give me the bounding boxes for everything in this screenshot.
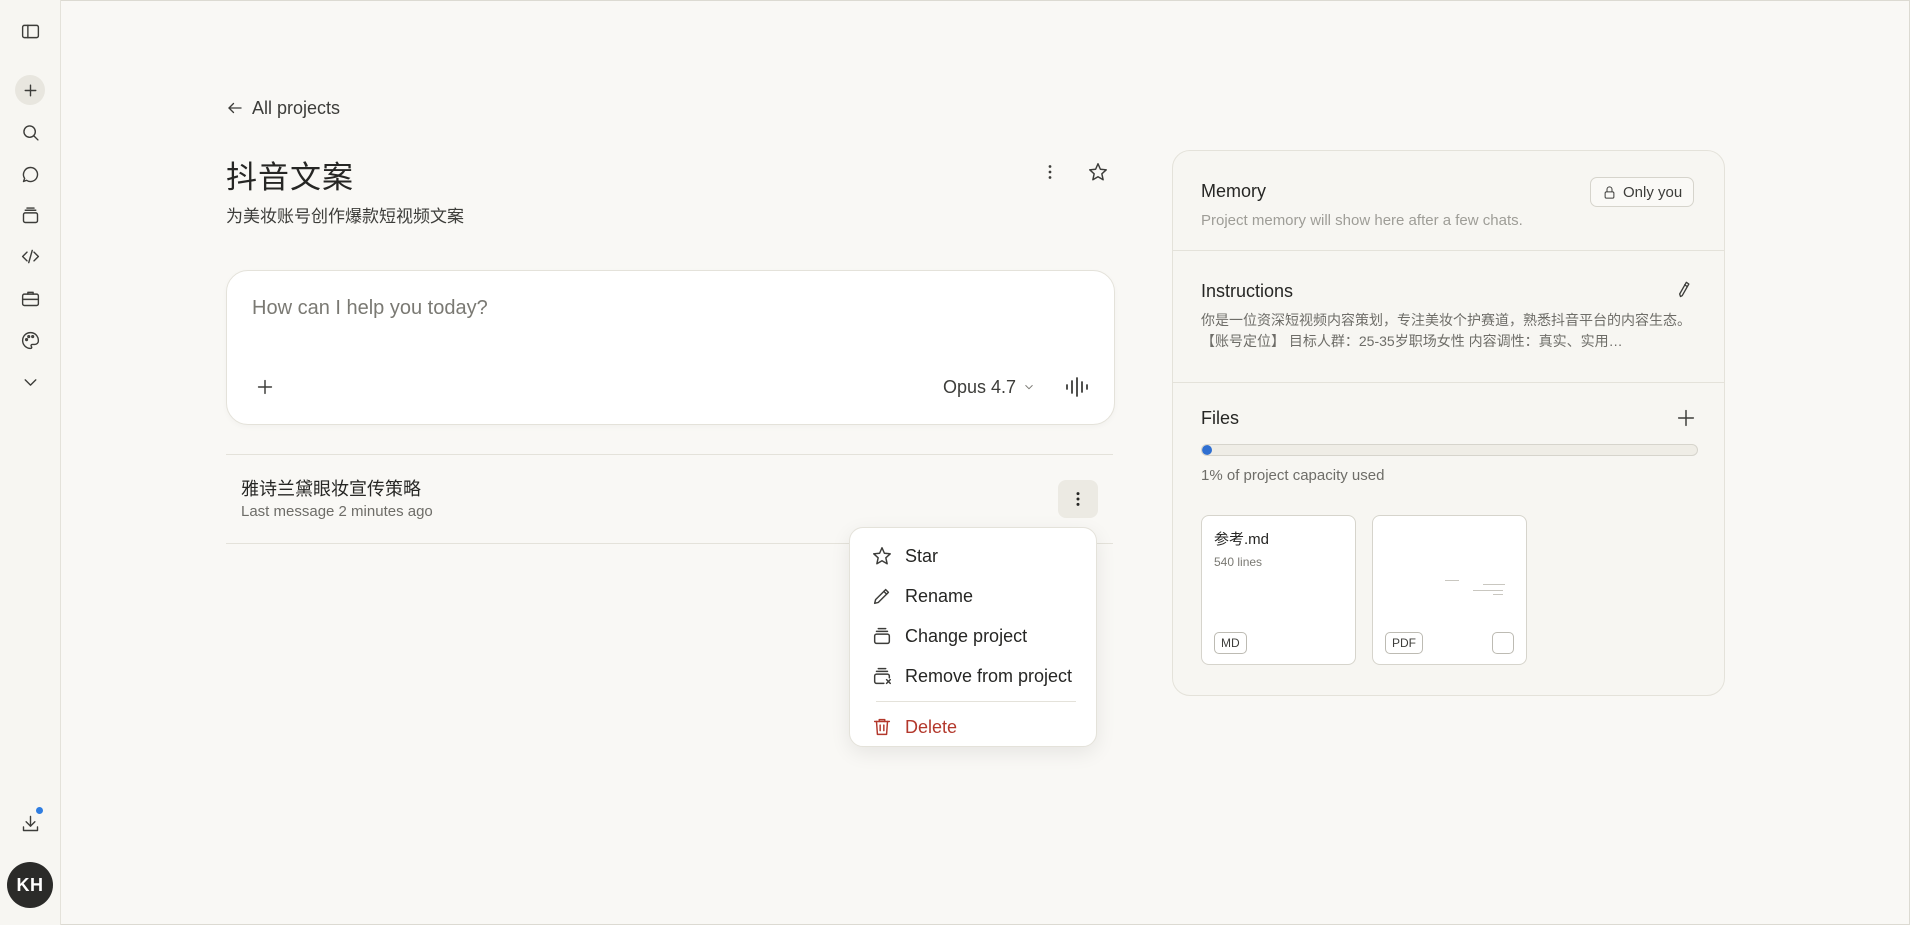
- more-vertical-icon: [1076, 492, 1080, 506]
- voice-button[interactable]: [1061, 371, 1095, 403]
- chat-context-menu: Star Rename Change project Remove from p…: [849, 527, 1097, 747]
- file-lines: 540 lines: [1214, 555, 1263, 569]
- project-knowledge-panel: Memory Only you Project memory will show…: [1172, 150, 1725, 696]
- chat-title: 雅诗兰黛眼妆宣传策略: [241, 479, 421, 499]
- add-file-button[interactable]: [1675, 407, 1699, 431]
- pencil-icon: [1679, 281, 1690, 298]
- model-selector[interactable]: Opus 4.7: [943, 373, 1036, 401]
- menu-item-label: Delete: [905, 716, 958, 737]
- more-vertical-icon: [1048, 165, 1052, 179]
- chat-more-button[interactable]: [1058, 480, 1098, 518]
- arrow-left-icon: [228, 102, 242, 114]
- star-icon: [873, 547, 891, 565]
- file-card[interactable]: PDF: [1372, 515, 1527, 665]
- avatar[interactable]: KH: [7, 862, 53, 908]
- files-title: Files: [1201, 408, 1240, 428]
- palette-icon[interactable]: [15, 325, 45, 355]
- menu-item-label: Star: [905, 545, 939, 566]
- sidebar: KH: [0, 0, 61, 925]
- plus-icon: [257, 379, 273, 395]
- model-name: Opus 4.7: [943, 376, 1017, 397]
- code-icon[interactable]: [15, 241, 45, 271]
- title-actions: [1034, 156, 1114, 188]
- memory-section: Memory Only you Project memory will show…: [1173, 151, 1724, 251]
- menu-divider: [876, 701, 1076, 702]
- search-icon[interactable]: [15, 117, 45, 147]
- star-icon: [1089, 163, 1107, 181]
- back-link-label: All projects: [252, 97, 341, 118]
- attach-button[interactable]: [249, 371, 281, 403]
- trash-icon: [873, 718, 891, 736]
- chat-icon[interactable]: [15, 159, 45, 189]
- menu-item-remove-from-project[interactable]: Remove from project: [858, 656, 1088, 696]
- pencil-icon: [873, 588, 890, 605]
- capacity-text: 1% of project capacity used: [1201, 467, 1385, 484]
- visibility-button[interactable]: Only you: [1590, 177, 1695, 207]
- sidebar-toggle-icon[interactable]: [15, 16, 45, 46]
- capacity-progress-bar: [1201, 444, 1698, 456]
- plus-icon: [1677, 409, 1695, 427]
- chevron-down-icon: [1025, 384, 1033, 390]
- project-icon: [873, 627, 891, 645]
- instructions-title: Instructions: [1201, 281, 1294, 301]
- star-project-button[interactable]: [1082, 156, 1114, 188]
- edit-instructions-button[interactable]: [1673, 279, 1697, 303]
- memory-subtitle: Project memory will show here after a fe…: [1201, 212, 1523, 229]
- all-projects-link[interactable]: All projects: [226, 96, 340, 120]
- projects-icon[interactable]: [15, 200, 45, 230]
- instructions-section[interactable]: Instructions 你是一位资深短视频内容策划，专注美妆个护赛道，熟悉抖音…: [1173, 251, 1724, 383]
- file-type-badge: PDF: [1385, 632, 1423, 654]
- page-title: 抖音文案: [226, 160, 354, 195]
- message-input[interactable]: [252, 297, 1052, 320]
- file-name: 参考.md: [1214, 531, 1270, 548]
- waveform-icon: [1066, 377, 1088, 397]
- page-description: 为美妆账号创作爆款短视频文案: [226, 207, 464, 226]
- file-select-checkbox[interactable]: [1492, 632, 1514, 654]
- files-section: Files 1% of project capacity used 参考.md …: [1173, 383, 1724, 695]
- menu-item-label: Rename: [905, 585, 974, 606]
- project-remove-icon: [873, 667, 891, 685]
- new-chat-button[interactable]: [15, 75, 45, 105]
- menu-item-label: Change project: [905, 625, 1028, 646]
- menu-item-star[interactable]: Star: [858, 536, 1088, 576]
- file-card[interactable]: 参考.md 540 lines MD: [1201, 515, 1356, 665]
- instructions-text: 你是一位资深短视频内容策划，专注美妆个护赛道，熟悉抖音平台的内容生态。【账号定位…: [1201, 312, 1691, 349]
- pdf-thumbnail: [1443, 576, 1513, 596]
- notification-dot: [34, 805, 45, 816]
- memory-title: Memory: [1201, 181, 1267, 201]
- plus-icon: [24, 84, 36, 96]
- chevron-down-icon[interactable]: [15, 367, 45, 397]
- file-type-badge: MD: [1214, 632, 1247, 654]
- capacity-progress-fill: [1202, 445, 1212, 455]
- chat-meta: Last message 2 minutes ago: [241, 503, 433, 520]
- lock-icon: [1604, 185, 1615, 199]
- visibility-label: Only you: [1623, 183, 1683, 201]
- menu-item-change-project[interactable]: Change project: [858, 616, 1088, 656]
- menu-item-rename[interactable]: Rename: [858, 576, 1088, 616]
- menu-item-label: Remove from project: [905, 665, 1073, 686]
- briefcase-icon[interactable]: [15, 283, 45, 313]
- composer: Opus 4.7: [226, 270, 1115, 425]
- project-more-button[interactable]: [1034, 156, 1066, 188]
- menu-item-delete[interactable]: Delete: [858, 707, 1088, 747]
